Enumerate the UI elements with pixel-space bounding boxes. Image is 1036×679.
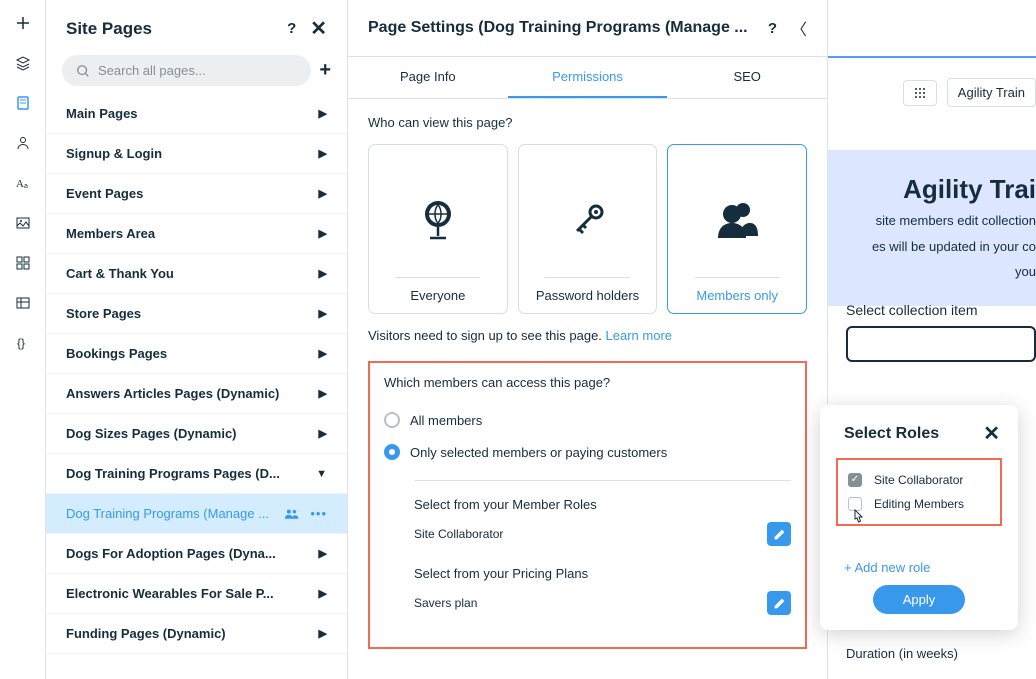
image-icon[interactable] bbox=[14, 214, 32, 232]
page-group[interactable]: Cart & Thank You▶ bbox=[46, 254, 347, 294]
perm-option-password[interactable]: Password holders bbox=[518, 144, 658, 314]
members-icon[interactable] bbox=[284, 508, 300, 520]
page-group[interactable]: Funding Pages (Dynamic)▶ bbox=[46, 614, 347, 654]
close-icon[interactable]: ✕ bbox=[310, 16, 327, 41]
key-icon bbox=[569, 163, 607, 277]
canvas-label[interactable]: Agility Train bbox=[947, 78, 1036, 107]
hero-line: site members edit collection bbox=[828, 211, 1036, 231]
edit-plans-button[interactable] bbox=[767, 591, 791, 615]
panel-title: Site Pages bbox=[66, 19, 152, 39]
settings-tabs: Page Info Permissions SEO bbox=[348, 57, 827, 99]
hero-title: Agility Trai bbox=[828, 174, 1036, 205]
chevron-right-icon: ▶ bbox=[319, 107, 327, 120]
page-list: Main Pages▶ Signup & Login▶ Event Pages▶… bbox=[46, 94, 347, 679]
chevron-right-icon: ▶ bbox=[319, 587, 327, 600]
checkbox-icon bbox=[848, 473, 862, 487]
page-settings-panel: Page Settings (Dog Training Programs (Ma… bbox=[348, 0, 828, 679]
close-icon[interactable]: ✕ bbox=[983, 421, 1000, 446]
layers-icon[interactable] bbox=[14, 54, 32, 72]
chevron-right-icon: ▶ bbox=[319, 267, 327, 280]
page-group[interactable]: Electronic Wearables For Sale P...▶ bbox=[46, 574, 347, 614]
add-role-link[interactable]: + Add new role bbox=[820, 550, 1018, 585]
chevron-down-icon: ▼ bbox=[316, 468, 327, 480]
page-item-label: Dog Training Programs (Manage ... bbox=[66, 506, 276, 521]
page-group[interactable]: Members Area▶ bbox=[46, 214, 347, 254]
search-input[interactable] bbox=[98, 63, 297, 78]
help-icon[interactable]: ? bbox=[768, 20, 777, 37]
page-group[interactable]: Answers Articles Pages (Dynamic)▶ bbox=[46, 374, 347, 414]
hero-line: es will be updated in your co bbox=[828, 237, 1036, 257]
code-icon[interactable]: {} bbox=[14, 334, 32, 352]
chevron-right-icon: ▶ bbox=[319, 627, 327, 640]
cursor-icon bbox=[850, 508, 866, 526]
site-pages-panel: Site Pages ? ✕ + Main Pages▶ Signup & Lo… bbox=[46, 0, 348, 679]
page-item-selected[interactable]: Dog Training Programs (Manage ... ••• bbox=[46, 494, 347, 534]
apps-icon[interactable] bbox=[14, 254, 32, 272]
more-icon[interactable]: ••• bbox=[310, 506, 327, 521]
add-icon[interactable] bbox=[14, 14, 32, 32]
svg-text:{}: {} bbox=[17, 336, 25, 350]
svg-text:A: A bbox=[16, 178, 24, 190]
help-icon[interactable]: ? bbox=[287, 20, 296, 37]
add-page-button[interactable]: + bbox=[319, 59, 331, 82]
page-group[interactable]: Dogs For Adoption Pages (Dyna...▶ bbox=[46, 534, 347, 574]
roles-heading: Select from your Member Roles bbox=[414, 497, 791, 512]
members-question: Which members can access this page? bbox=[384, 375, 791, 390]
chevron-right-icon: ▶ bbox=[319, 427, 327, 440]
chevron-right-icon: ▶ bbox=[319, 227, 327, 240]
left-icon-rail: Aa {} bbox=[0, 0, 46, 679]
select-roles-popover: Select Roles ✕ Site Collaborator Editing… bbox=[820, 405, 1018, 630]
hero-line: you bbox=[828, 262, 1036, 282]
duration-label: Duration (in weeks) bbox=[846, 646, 958, 661]
chevron-right-icon: ▶ bbox=[319, 387, 327, 400]
apply-button[interactable]: Apply bbox=[873, 585, 966, 614]
page-group[interactable]: Dog Sizes Pages (Dynamic)▶ bbox=[46, 414, 347, 454]
hint-text: Visitors need to sign up to see this pag… bbox=[368, 328, 807, 343]
person-icon[interactable] bbox=[14, 134, 32, 152]
search-input-wrapper[interactable] bbox=[62, 55, 311, 86]
roles-popover-title: Select Roles bbox=[844, 425, 939, 443]
tab-seo[interactable]: SEO bbox=[667, 57, 827, 98]
tab-permissions[interactable]: Permissions bbox=[508, 57, 668, 98]
select-label: Select collection item bbox=[846, 302, 978, 318]
search-icon bbox=[76, 64, 90, 78]
role-option[interactable]: Site Collaborator bbox=[842, 468, 996, 492]
radio-icon bbox=[384, 412, 400, 428]
page-group[interactable]: Event Pages▶ bbox=[46, 174, 347, 214]
page-group[interactable]: Signup & Login▶ bbox=[46, 134, 347, 174]
page-group[interactable]: Main Pages▶ bbox=[46, 94, 347, 134]
chevron-right-icon: ▶ bbox=[319, 547, 327, 560]
chevron-right-icon: ▶ bbox=[319, 307, 327, 320]
chevron-right-icon: ▶ bbox=[319, 187, 327, 200]
plans-value: Savers plan bbox=[414, 596, 477, 610]
grid-tool-button[interactable] bbox=[903, 80, 937, 106]
globe-icon bbox=[418, 163, 458, 277]
perm-option-everyone[interactable]: Everyone bbox=[368, 144, 508, 314]
page-group[interactable]: Bookings Pages▶ bbox=[46, 334, 347, 374]
back-icon[interactable]: 〈 bbox=[791, 16, 807, 40]
pages-icon[interactable] bbox=[14, 94, 32, 112]
settings-title: Page Settings (Dog Training Programs (Ma… bbox=[368, 19, 748, 37]
plans-heading: Select from your Pricing Plans bbox=[414, 566, 791, 581]
radio-icon bbox=[384, 444, 400, 460]
chevron-right-icon: ▶ bbox=[319, 147, 327, 160]
members-icon bbox=[714, 163, 760, 277]
edit-roles-button[interactable] bbox=[767, 522, 791, 546]
chevron-right-icon: ▶ bbox=[319, 347, 327, 360]
learn-more-link[interactable]: Learn more bbox=[606, 328, 672, 343]
roles-value: Site Collaborator bbox=[414, 527, 503, 541]
radio-all-members[interactable]: All members bbox=[384, 404, 791, 436]
svg-text:a: a bbox=[24, 183, 28, 190]
radio-selected-members[interactable]: Only selected members or paying customer… bbox=[384, 436, 791, 468]
text-icon[interactable]: Aa bbox=[14, 174, 32, 192]
database-icon[interactable] bbox=[14, 294, 32, 312]
page-group[interactable]: Dog Training Programs Pages (D...▼ bbox=[46, 454, 347, 494]
perm-option-members[interactable]: Members only bbox=[667, 144, 807, 314]
tab-page-info[interactable]: Page Info bbox=[348, 57, 508, 98]
members-access-section: Which members can access this page? All … bbox=[368, 361, 807, 649]
view-question: Who can view this page? bbox=[368, 115, 807, 130]
collection-select[interactable] bbox=[846, 326, 1036, 362]
page-group[interactable]: Store Pages▶ bbox=[46, 294, 347, 334]
